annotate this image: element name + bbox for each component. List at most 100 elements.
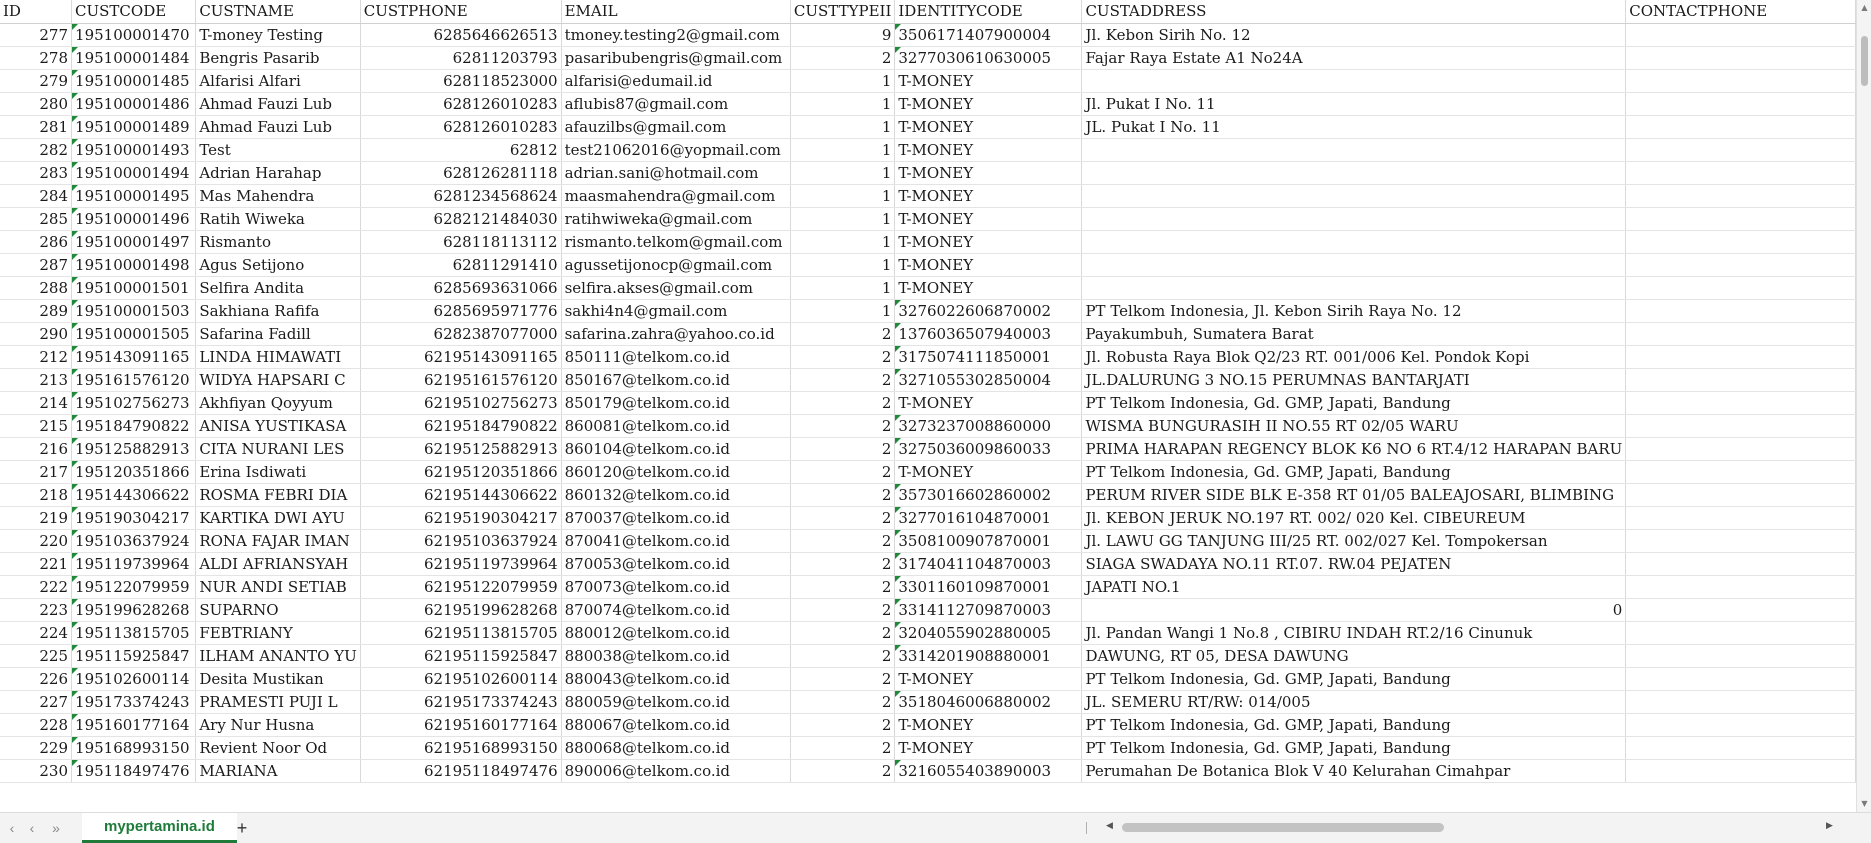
- table-cell[interactable]: 860081@telkom.co.id: [561, 414, 791, 438]
- table-cell[interactable]: 283: [0, 161, 73, 185]
- table-cell[interactable]: T-MONEY: [894, 92, 1083, 116]
- table-cell[interactable]: 215: [0, 414, 73, 438]
- table-cell[interactable]: 195199628268: [71, 598, 197, 622]
- table-cell[interactable]: T-MONEY: [894, 184, 1083, 208]
- table-cell[interactable]: 281: [0, 115, 73, 139]
- table-cell[interactable]: 278: [0, 46, 73, 70]
- table-cell[interactable]: 62195184790822: [360, 414, 562, 438]
- table-cell[interactable]: Sakhiana Rafifa: [195, 299, 361, 323]
- table-cell[interactable]: [1625, 69, 1856, 93]
- table-cell[interactable]: 287: [0, 253, 73, 277]
- table-cell[interactable]: aflubis87@gmail.com: [561, 92, 791, 116]
- column-header[interactable]: CUSTPHONE: [360, 0, 562, 24]
- table-cell[interactable]: [1081, 161, 1627, 185]
- table-cell[interactable]: T-MONEY: [894, 276, 1083, 300]
- table-cell[interactable]: T-MONEY: [894, 713, 1083, 737]
- table-cell[interactable]: 195119739964: [71, 552, 197, 576]
- table-cell[interactable]: 1: [790, 253, 896, 277]
- table-cell[interactable]: 3174041104870003: [894, 552, 1083, 576]
- table-cell[interactable]: JL. SEMERU RT/RW: 014/005: [1081, 690, 1627, 714]
- table-cell[interactable]: Mas Mahendra: [195, 184, 361, 208]
- table-cell[interactable]: 3216055403890003: [894, 759, 1083, 783]
- table-cell[interactable]: Jl. Pukat I No. 11: [1081, 92, 1627, 116]
- table-cell[interactable]: 284: [0, 184, 73, 208]
- table-cell[interactable]: 195120351866: [71, 460, 197, 484]
- table-cell[interactable]: 880067@telkom.co.id: [561, 713, 791, 737]
- table-cell[interactable]: 62195118497476: [360, 759, 562, 783]
- table-cell[interactable]: 228: [0, 713, 73, 737]
- table-cell[interactable]: 62195125882913: [360, 437, 562, 461]
- table-cell[interactable]: SUPARNO: [195, 598, 361, 622]
- table-cell[interactable]: 195103637924: [71, 529, 197, 553]
- table-cell[interactable]: 195168993150: [71, 736, 197, 760]
- table-cell[interactable]: 282: [0, 138, 73, 162]
- table-cell[interactable]: 3518046006880002: [894, 690, 1083, 714]
- table-cell[interactable]: 880068@telkom.co.id: [561, 736, 791, 760]
- table-cell[interactable]: ILHAM ANANTO YU: [195, 644, 361, 668]
- column-header[interactable]: ID: [0, 0, 73, 24]
- table-cell[interactable]: 880059@telkom.co.id: [561, 690, 791, 714]
- column-header[interactable]: EMAIL: [561, 0, 791, 24]
- table-cell[interactable]: 1376036507940003: [894, 322, 1083, 346]
- table-cell[interactable]: 0: [1081, 598, 1627, 622]
- table-cell[interactable]: 213: [0, 368, 73, 392]
- table-cell[interactable]: [1081, 184, 1627, 208]
- table-cell[interactable]: [1625, 391, 1856, 415]
- table-cell[interactable]: T-MONEY: [894, 667, 1083, 691]
- table-cell[interactable]: 628126010283: [360, 115, 562, 139]
- table-cell[interactable]: T-MONEY: [894, 115, 1083, 139]
- table-cell[interactable]: 280: [0, 92, 73, 116]
- table-cell[interactable]: 2: [790, 46, 896, 70]
- table-cell[interactable]: 229: [0, 736, 73, 760]
- table-cell[interactable]: 880012@telkom.co.id: [561, 621, 791, 645]
- table-cell[interactable]: PERUM RIVER SIDE BLK E-358 RT 01/05 BALE…: [1081, 483, 1627, 507]
- table-cell[interactable]: 195160177164: [71, 713, 197, 737]
- column-header[interactable]: CONTACTPHONE: [1625, 0, 1856, 24]
- table-cell[interactable]: 3277016104870001: [894, 506, 1083, 530]
- table-cell[interactable]: [1625, 115, 1856, 139]
- table-cell[interactable]: Desita Mustikan: [195, 667, 361, 691]
- table-cell[interactable]: [1625, 759, 1856, 783]
- table-cell[interactable]: 2: [790, 552, 896, 576]
- table-cell[interactable]: 220: [0, 529, 73, 553]
- table-cell[interactable]: 1: [790, 92, 896, 116]
- column-header[interactable]: IDENTITYCODE: [894, 0, 1083, 24]
- table-cell[interactable]: WIDYA HAPSARI C: [195, 368, 361, 392]
- table-cell[interactable]: DAWUNG, RT 05, DESA DAWUNG: [1081, 644, 1627, 668]
- table-cell[interactable]: 3175074111850001: [894, 345, 1083, 369]
- table-cell[interactable]: 880038@telkom.co.id: [561, 644, 791, 668]
- table-cell[interactable]: 62195160177164: [360, 713, 562, 737]
- table-cell[interactable]: 850167@telkom.co.id: [561, 368, 791, 392]
- table-cell[interactable]: Test: [195, 138, 361, 162]
- table-cell[interactable]: [1081, 253, 1627, 277]
- table-cell[interactable]: [1625, 713, 1856, 737]
- table-cell[interactable]: PT Telkom Indonesia, Gd. GMP, Japati, Ba…: [1081, 391, 1627, 415]
- table-cell[interactable]: 850111@telkom.co.id: [561, 345, 791, 369]
- table-cell[interactable]: Jl. Kebon Sirih No. 12: [1081, 23, 1627, 47]
- table-cell[interactable]: 195100001485: [71, 69, 197, 93]
- table-cell[interactable]: 2: [790, 713, 896, 737]
- table-cell[interactable]: FEBTRIANY: [195, 621, 361, 645]
- table-cell[interactable]: 870053@telkom.co.id: [561, 552, 791, 576]
- table-cell[interactable]: T-MONEY: [894, 138, 1083, 162]
- table-cell[interactable]: [1081, 207, 1627, 231]
- table-cell[interactable]: T-MONEY: [894, 207, 1083, 231]
- table-cell[interactable]: [1625, 276, 1856, 300]
- table-cell[interactable]: [1625, 46, 1856, 70]
- table-cell[interactable]: 870073@telkom.co.id: [561, 575, 791, 599]
- table-cell[interactable]: 628126281118: [360, 161, 562, 185]
- table-cell[interactable]: adrian.sani@hotmail.com: [561, 161, 791, 185]
- table-cell[interactable]: 1: [790, 207, 896, 231]
- table-cell[interactable]: Agus Setijono: [195, 253, 361, 277]
- table-cell[interactable]: ALDI AFRIANSYAH: [195, 552, 361, 576]
- table-cell[interactable]: ratihwiweka@gmail.com: [561, 207, 791, 231]
- table-cell[interactable]: 880043@telkom.co.id: [561, 667, 791, 691]
- table-cell[interactable]: 195100001501: [71, 276, 197, 300]
- table-cell[interactable]: T-money Testing: [195, 23, 361, 47]
- sheet-tab-mypertamina[interactable]: mypertamina.id: [82, 813, 237, 843]
- table-cell[interactable]: 195125882913: [71, 437, 197, 461]
- table-cell[interactable]: 3314112709870003: [894, 598, 1083, 622]
- prev-sheet-icon[interactable]: ‹: [22, 819, 42, 837]
- table-cell[interactable]: test21062016@yopmail.com: [561, 138, 791, 162]
- table-cell[interactable]: 1: [790, 230, 896, 254]
